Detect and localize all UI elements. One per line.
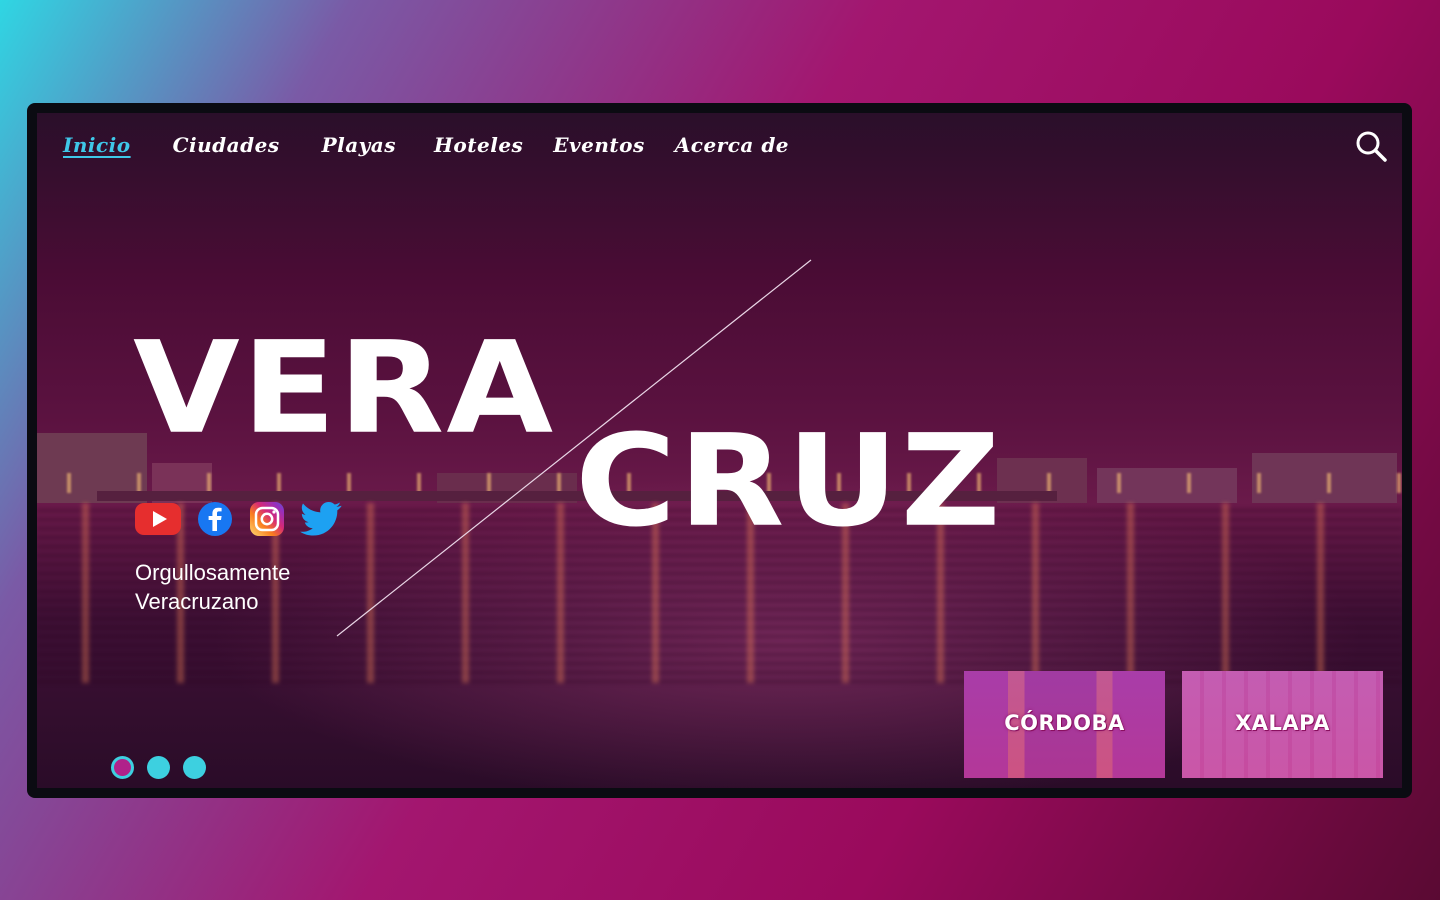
carousel-dot-2[interactable] — [147, 756, 170, 779]
carousel-dots — [111, 756, 206, 779]
carousel-dot-3[interactable] — [183, 756, 206, 779]
nav-item-ciudades[interactable]: Ciudades — [173, 133, 280, 157]
social-links — [133, 501, 343, 537]
facebook-icon[interactable] — [195, 501, 235, 537]
main-nav: Inicio Ciudades Playas Hoteles Eventos A… — [63, 125, 789, 165]
nav-item-acerca-de[interactable]: Acerca de — [675, 133, 789, 157]
youtube-icon[interactable] — [133, 501, 183, 537]
city-card-label: CÓRDOBA — [1004, 711, 1125, 735]
city-card-xalapa[interactable]: XALAPA — [1182, 671, 1383, 778]
tagline-line-2: Veracruzano — [135, 589, 259, 614]
twitter-icon[interactable] — [299, 501, 343, 537]
app-window: Inicio Ciudades Playas Hoteles Eventos A… — [27, 103, 1412, 798]
instagram-icon[interactable] — [247, 501, 287, 537]
carousel-dot-1[interactable] — [111, 756, 134, 779]
hero-title-vera: VERA — [133, 313, 556, 463]
hero-title-cruz: CRUZ — [575, 406, 1003, 556]
nav-item-playas[interactable]: Playas — [322, 133, 396, 157]
nav-item-inicio[interactable]: Inicio — [63, 133, 131, 157]
tagline-line-1: Orgullosamente — [135, 560, 291, 585]
nav-item-hoteles[interactable]: Hoteles — [434, 133, 523, 157]
nav-item-eventos[interactable]: Eventos — [553, 133, 644, 157]
tagline: Orgullosamente Veracruzano — [135, 558, 290, 616]
search-icon[interactable] — [1354, 129, 1388, 163]
hero-section: Inicio Ciudades Playas Hoteles Eventos A… — [37, 113, 1402, 788]
city-card-label: XALAPA — [1235, 711, 1330, 735]
city-card-cordoba[interactable]: CÓRDOBA — [964, 671, 1165, 778]
